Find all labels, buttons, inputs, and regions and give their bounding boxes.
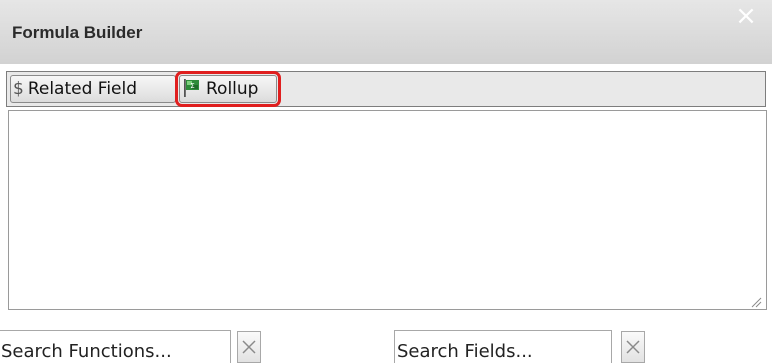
rollup-label: Rollup: [206, 79, 259, 99]
clear-functions-button[interactable]: [237, 331, 261, 363]
dialog-title: Formula Builder: [12, 23, 143, 42]
rollup-icon: Σ: [184, 79, 199, 97]
rollup-button[interactable]: Σ Rollup: [175, 71, 281, 107]
formula-toolbar: $ Related Field Σ Rollup: [6, 71, 766, 107]
search-fields-input[interactable]: [394, 330, 612, 363]
formula-editor[interactable]: [8, 110, 767, 310]
svg-text:Σ: Σ: [190, 82, 194, 90]
close-icon: [626, 340, 640, 354]
search-functions-input[interactable]: [0, 330, 231, 363]
close-icon: [242, 340, 256, 354]
dialog-titlebar: Formula Builder ×: [0, 0, 772, 64]
related-field-button[interactable]: $ Related Field: [10, 75, 176, 103]
dollar-icon: $: [13, 79, 24, 99]
close-icon[interactable]: ×: [734, 2, 758, 30]
clear-fields-button[interactable]: [621, 331, 645, 363]
related-field-label: Related Field: [27, 79, 138, 99]
resize-grip-icon[interactable]: [750, 296, 762, 308]
